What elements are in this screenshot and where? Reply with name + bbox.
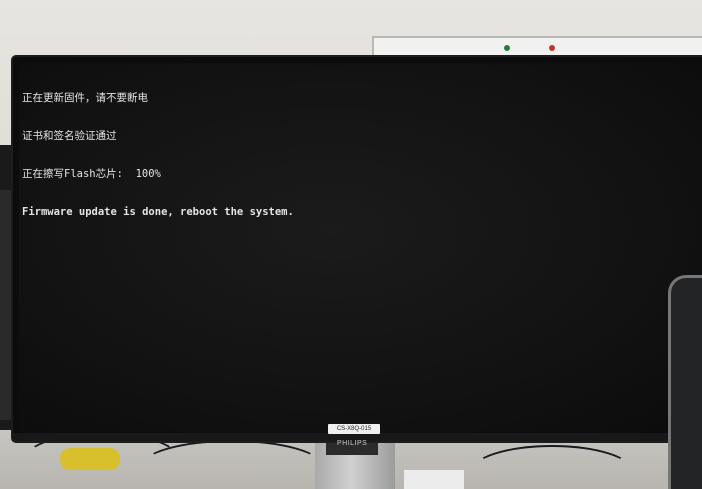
whiteboard-magnet bbox=[549, 45, 555, 51]
cable bbox=[140, 440, 324, 489]
white-box bbox=[404, 470, 464, 489]
console-line: Firmware update is done, reboot the syst… bbox=[22, 205, 294, 218]
whiteboard-scribble bbox=[674, 45, 702, 56]
photo-scene: 正在更新固件，请不要断电 证书和签名验证通过 正在擦写Flash芯片: 100%… bbox=[0, 0, 702, 489]
asset-tag-sticker: CS-X8Q-015 bbox=[328, 424, 380, 434]
console-line: 证书和签名验证通过 bbox=[22, 129, 117, 142]
monitor: 正在更新固件，请不要断电 证书和签名验证通过 正在擦写Flash芯片: 100%… bbox=[13, 57, 702, 441]
console-line: 正在更新固件，请不要断电 bbox=[22, 92, 148, 105]
whiteboard-magnet bbox=[504, 45, 510, 51]
console-output: 正在更新固件，请不要断电 证书和签名验证通过 正在擦写Flash芯片: 100%… bbox=[22, 67, 294, 243]
console-line: 正在擦写Flash芯片: 100% bbox=[22, 167, 161, 180]
whiteboard-scribble bbox=[534, 45, 594, 56]
whiteboard-scribble bbox=[444, 45, 494, 56]
brand-logo-text: PHILIPS bbox=[337, 440, 368, 447]
monitor-screen: 正在更新固件，请不要断电 证书和签名验证通过 正在擦写Flash芯片: 100%… bbox=[19, 63, 702, 433]
right-background-monitor bbox=[668, 275, 702, 489]
